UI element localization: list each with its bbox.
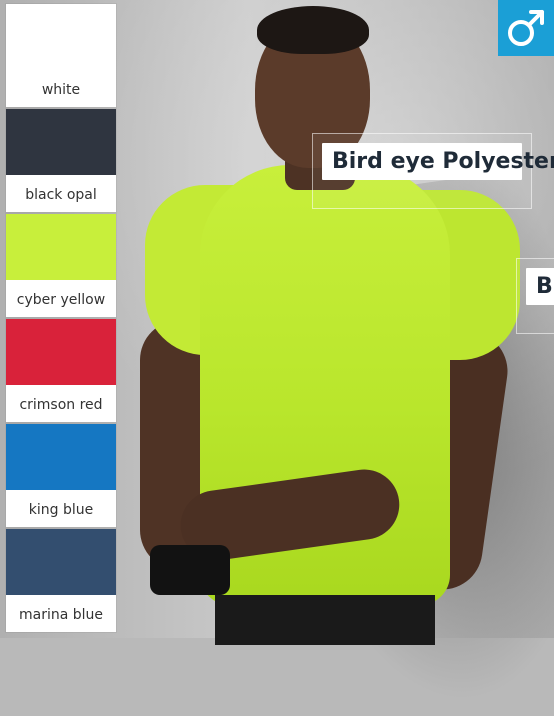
color-swatch[interactable]: white — [6, 4, 116, 107]
color-swatch[interactable]: marina blue — [6, 529, 116, 632]
swatch-color — [6, 4, 116, 70]
swatch-label: cyber yellow — [16, 292, 106, 308]
feature-callout-label: Bi — [523, 265, 554, 308]
model-hair — [257, 6, 369, 54]
swatch-color — [6, 424, 116, 490]
wristband — [150, 545, 230, 595]
swatch-label: white — [41, 82, 81, 98]
feature-callout: Bi — [516, 258, 554, 334]
swatch-color — [6, 214, 116, 280]
swatch-label: black opal — [25, 187, 97, 203]
swatch-color — [6, 319, 116, 385]
color-swatch-list: white black opal cyber yellow crimson re… — [6, 4, 116, 634]
color-swatch[interactable]: king blue — [6, 424, 116, 527]
model-photo — [110, 0, 520, 645]
swatch-color — [6, 529, 116, 595]
color-swatch[interactable]: crimson red — [6, 319, 116, 422]
swatch-label: crimson red — [19, 397, 103, 413]
color-swatch[interactable]: cyber yellow — [6, 214, 116, 317]
male-symbol-icon — [508, 10, 544, 46]
color-swatch[interactable]: black opal — [6, 109, 116, 212]
swatch-label: marina blue — [18, 607, 104, 623]
swatch-label: king blue — [28, 502, 94, 518]
gender-badge[interactable] — [498, 0, 554, 56]
feature-callout: Bird eye Polyester — [312, 133, 554, 209]
swatch-color — [6, 109, 116, 175]
feature-callout-label: Bird eye Polyester — [319, 140, 554, 183]
